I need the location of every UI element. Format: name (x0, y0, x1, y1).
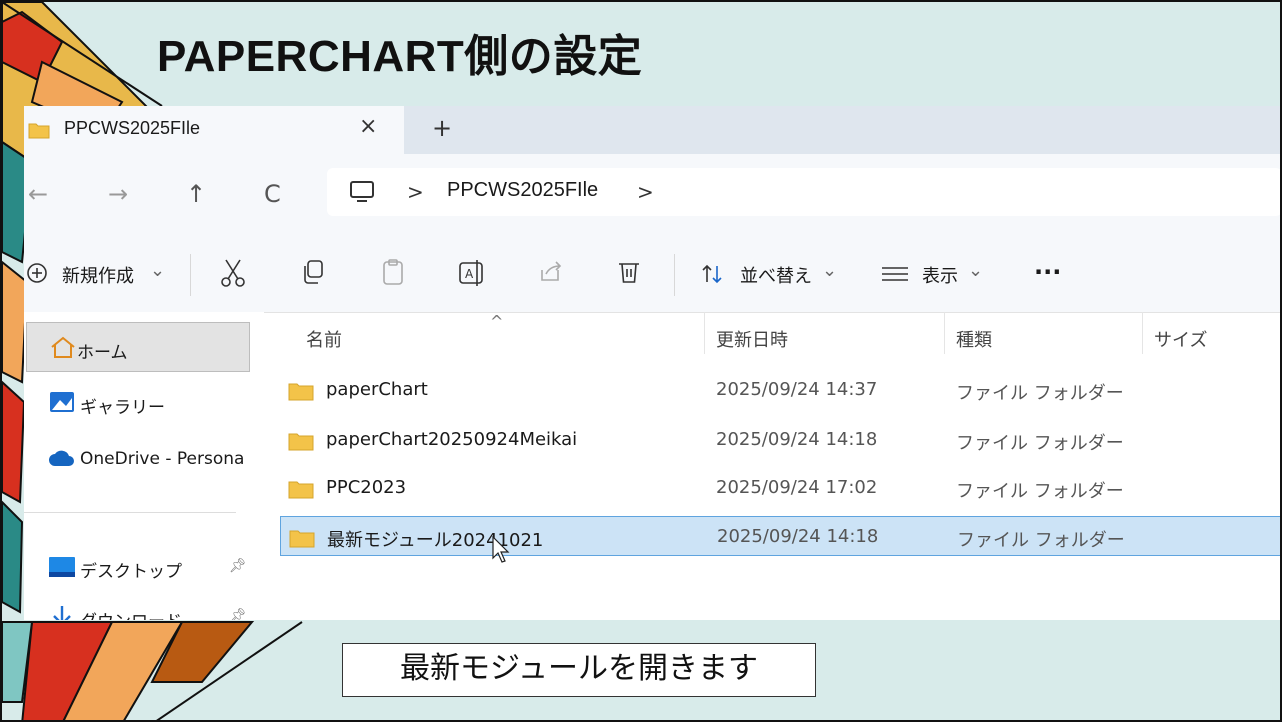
file-list: ^ 名前 更新日時 種類 サイズ paperChart 2025/09/24 1… (264, 312, 1280, 620)
sort-ascending-icon: ^ (490, 312, 504, 331)
sidebar-item-label: ホーム (77, 343, 128, 363)
mouse-cursor-icon (492, 536, 510, 563)
sort-arrows-icon (702, 264, 722, 284)
new-label: 新規作成 (62, 266, 134, 287)
navigation-pane: ホーム ギャラリー OneDrive - Persona デスクトップ 📌︎ 📌… (24, 312, 264, 620)
pin-icon[interactable]: 📌︎ (229, 558, 247, 574)
up-arrow-icon[interactable]: ↑ (186, 180, 206, 208)
divider (24, 512, 236, 513)
file-type: ファイル フォルダー (957, 530, 1125, 551)
sidebar-item-downloads[interactable]: ダウンロード 📌︎ (24, 592, 264, 620)
sidebar-item-label: ギャラリー (80, 398, 165, 418)
copy-icon[interactable] (300, 258, 326, 288)
folder-icon (28, 123, 50, 139)
table-row[interactable]: paperChart20250924Meikai 2025/09/24 14:1… (280, 420, 1280, 460)
folder-icon (289, 530, 315, 548)
slide-title: PAPERCHART側の設定 (157, 32, 643, 81)
sidebar-item-home[interactable]: ホーム (26, 322, 250, 372)
sort-label: 並べ替え (740, 266, 812, 287)
navigation-bar: ← → ↑ C > PPCWS2025FIle > (24, 154, 1280, 238)
address-bar[interactable]: > PPCWS2025FIle > (327, 168, 1280, 216)
folder-icon (288, 383, 314, 401)
back-arrow-icon[interactable]: ← (28, 180, 48, 208)
breadcrumb-chevron-icon[interactable]: > (407, 180, 424, 204)
file-type: ファイル フォルダー (956, 433, 1124, 454)
file-date: 2025/09/24 14:18 (717, 526, 879, 547)
forward-arrow-icon[interactable]: → (108, 180, 128, 208)
pin-icon[interactable]: 📌︎ (229, 608, 247, 620)
tab-ppcws2025file[interactable]: PPCWS2025FIle × (24, 106, 404, 154)
svg-text:A: A (465, 267, 474, 281)
more-options-icon[interactable]: ··· (1034, 258, 1061, 286)
caption-box: 最新モジュールを開きます (342, 643, 816, 697)
tab-title: PPCWS2025FIle (64, 118, 201, 138)
file-name: 最新モジュール20241021 (327, 530, 544, 551)
gallery-icon (50, 392, 74, 412)
explorer-window: PPCWS2025FIle × + ← → ↑ C > PPCWS2025FIl… (24, 106, 1280, 620)
chevron-down-icon: ⌄ (822, 260, 838, 281)
column-header-type[interactable]: 種類 (956, 326, 992, 352)
computer-icon (350, 181, 374, 202)
breadcrumb-chevron-icon[interactable]: > (637, 180, 654, 204)
trash-icon[interactable] (616, 258, 642, 288)
share-icon[interactable] (538, 258, 564, 288)
list-view-icon (882, 267, 908, 281)
view-label: 表示 (922, 266, 958, 287)
file-type: ファイル フォルダー (956, 383, 1124, 404)
slide: PAPERCHART側の設定 PPCWS2025FIle × + ← → ↑ C (0, 0, 1282, 722)
column-header-date[interactable]: 更新日時 (716, 326, 788, 352)
column-header-size[interactable]: サイズ (1154, 326, 1207, 352)
column-header-name[interactable]: 名前 (306, 326, 342, 352)
divider (190, 254, 191, 296)
cloud-icon (49, 450, 74, 466)
table-row-selected[interactable]: 最新モジュール20241021 2025/09/24 14:18 ファイル フォ… (280, 516, 1280, 556)
sidebar-item-gallery[interactable]: ギャラリー (24, 378, 264, 428)
folder-icon (288, 433, 314, 451)
refresh-icon[interactable]: C (264, 180, 281, 208)
column-divider[interactable] (704, 312, 705, 354)
desktop-icon (49, 557, 75, 577)
chevron-down-icon: ⌄ (150, 260, 166, 281)
command-bar: 新規作成 ⌄ A 並べ替え ⌄ 表示 ⌄ ··· (24, 238, 1280, 313)
file-type: ファイル フォルダー (956, 481, 1124, 502)
sidebar-item-label: デスクトップ (80, 562, 182, 582)
folder-icon (288, 481, 314, 499)
tab-bar: PPCWS2025FIle × + (24, 106, 1280, 154)
file-date: 2025/09/24 14:37 (716, 379, 878, 400)
new-tab-button[interactable]: + (432, 114, 452, 142)
table-row[interactable]: paperChart 2025/09/24 14:37 ファイル フォルダー (280, 370, 1280, 410)
file-date: 2025/09/24 17:02 (716, 477, 878, 498)
file-name: paperChart20250924Meikai (326, 429, 578, 450)
cut-icon[interactable] (220, 258, 246, 288)
close-icon[interactable]: × (359, 114, 377, 139)
column-divider[interactable] (1142, 312, 1143, 354)
column-divider[interactable] (944, 312, 945, 354)
plus-circle-icon (27, 263, 47, 283)
sidebar-item-onedrive[interactable]: OneDrive - Persona (24, 434, 264, 484)
sidebar-item-label: OneDrive - Persona (80, 449, 245, 469)
file-name: PPC2023 (326, 477, 407, 498)
divider (674, 254, 675, 296)
paste-icon[interactable] (380, 258, 406, 288)
sidebar-item-label: ダウンロード (80, 607, 182, 620)
file-name: paperChart (326, 379, 428, 400)
home-icon (51, 336, 75, 358)
rename-icon[interactable]: A (458, 258, 486, 288)
breadcrumb-item[interactable]: PPCWS2025FIle (447, 179, 598, 202)
chevron-down-icon: ⌄ (968, 260, 984, 281)
table-row[interactable]: PPC2023 2025/09/24 17:02 ファイル フォルダー (280, 468, 1280, 508)
file-date: 2025/09/24 14:18 (716, 429, 878, 450)
sidebar-item-desktop[interactable]: デスクトップ 📌︎ (24, 542, 264, 592)
download-arrow-icon (53, 606, 71, 620)
